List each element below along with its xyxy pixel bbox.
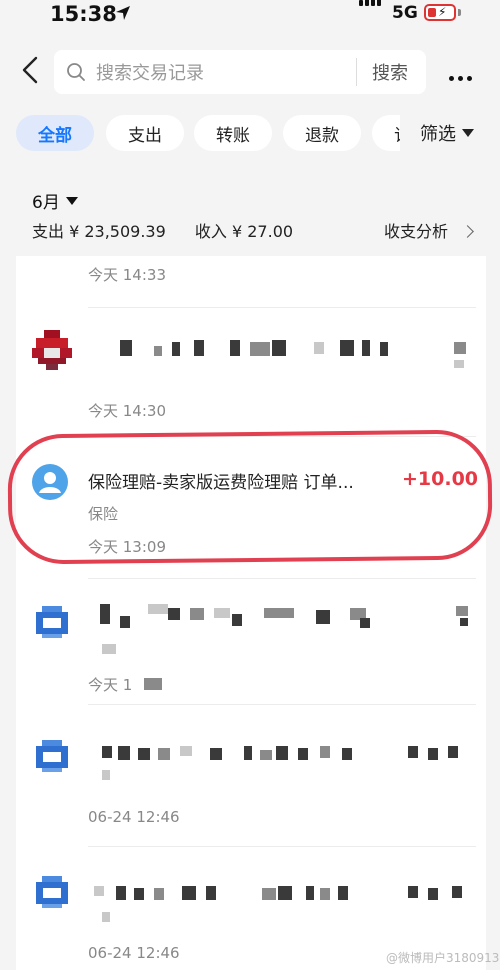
row-divider — [88, 578, 476, 579]
row-divider — [88, 846, 476, 847]
transaction-time: 06-24 12:46 — [88, 808, 180, 826]
expense-total: 支出 ¥ 23,509.39 — [32, 222, 166, 241]
search-bar[interactable]: 搜索交易记录 搜索 — [54, 50, 426, 94]
filter-label: 筛选 — [420, 124, 456, 145]
month-summary: 支出 ¥ 23,509.39 收入 ¥ 27.00 — [32, 218, 317, 242]
battery-tip — [458, 9, 461, 16]
status-time: 15:38 — [50, 2, 117, 26]
back-chevron-icon[interactable] — [16, 54, 44, 86]
month-selector[interactable]: 6月 — [32, 188, 78, 213]
transaction-time: 06-24 12:46 — [88, 944, 180, 962]
chip-expense[interactable]: 支出 — [106, 115, 184, 151]
header: 搜索交易记录 搜索 — [0, 44, 500, 100]
search-button[interactable]: 搜索 — [372, 59, 408, 85]
transaction-time: 今天 14:33 — [88, 266, 166, 284]
search-icon — [67, 63, 85, 81]
chevron-right-icon — [461, 225, 474, 238]
chip-transfer[interactable]: 转账 — [194, 115, 272, 151]
month-dropdown-icon — [65, 196, 78, 205]
bank-avatar-icon — [36, 876, 68, 908]
month-label: 6月 — [32, 193, 60, 213]
merchant-avatar-icon — [32, 330, 72, 370]
watermark: @微博用户3180913 — [386, 951, 500, 965]
search-input[interactable]: 搜索交易记录 — [96, 59, 204, 85]
row-divider — [88, 307, 476, 308]
transaction-list: 今天 14:33 今天 14:30 今天 1 06-24 12:46 06-24… — [16, 256, 486, 970]
income-total: 收入 ¥ 27.00 — [194, 222, 294, 241]
battery-icon: ⚡ — [424, 4, 456, 21]
chip-all[interactable]: 全部 — [16, 115, 94, 151]
redacted-time — [144, 678, 162, 690]
status-bar: 15:38 5G ⚡ — [0, 0, 500, 36]
filter-button[interactable]: 筛选 — [400, 113, 500, 153]
filter-chips: 全部 支出 转账 退款 订 筛选 — [0, 113, 500, 155]
chip-refund[interactable]: 退款 — [283, 115, 361, 151]
location-arrow-icon — [116, 6, 130, 20]
row-divider — [88, 704, 476, 705]
highlight-annotation — [7, 429, 493, 565]
search-divider — [356, 58, 357, 86]
bank-avatar-icon — [36, 740, 68, 772]
network-type: 5G — [392, 3, 418, 23]
transaction-time: 今天 1 — [88, 676, 133, 694]
filter-dropdown-icon — [462, 129, 474, 137]
bank-avatar-icon — [36, 606, 68, 638]
analysis-link[interactable]: 收支分析 — [384, 218, 474, 242]
transaction-time: 今天 14:30 — [88, 402, 166, 420]
more-icon[interactable] — [449, 66, 476, 85]
analysis-label: 收支分析 — [384, 222, 449, 241]
